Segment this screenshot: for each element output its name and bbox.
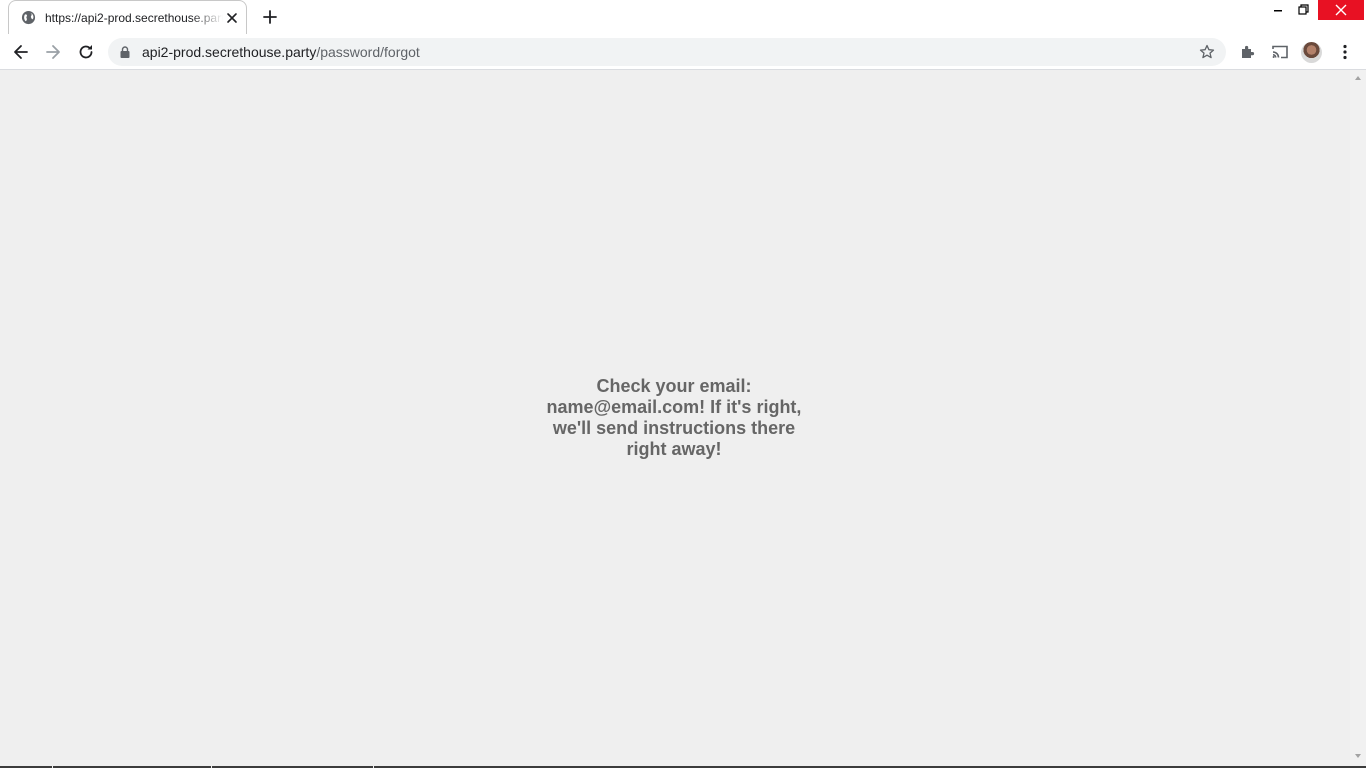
tab-title: https://api2-prod.secrethouse.party/pass… <box>45 11 223 25</box>
confirmation-message: Check your email: name@email.com! If it'… <box>546 376 802 459</box>
kebab-menu-icon[interactable] <box>1335 42 1355 62</box>
globe-icon <box>21 10 36 25</box>
address-bar[interactable]: api2-prod.secrethouse.party/password/for… <box>108 38 1226 66</box>
star-icon[interactable] <box>1199 44 1215 60</box>
scroll-down-arrow-icon[interactable] <box>1354 752 1362 760</box>
cast-icon[interactable] <box>1270 42 1290 62</box>
page-content: Check your email: name@email.com! If it'… <box>0 70 1350 766</box>
vertical-scrollbar[interactable] <box>1350 70 1366 766</box>
new-tab-icon[interactable] <box>260 7 280 27</box>
profile-avatar[interactable] <box>1301 42 1322 63</box>
browser-toolbar: api2-prod.secrethouse.party/password/for… <box>0 34 1366 70</box>
window-close-icon[interactable] <box>1318 0 1364 20</box>
tab-active[interactable]: https://api2-prod.secrethouse.party/pass… <box>8 0 247 34</box>
puzzle-icon[interactable] <box>1238 42 1258 62</box>
tab-strip: https://api2-prod.secrethouse.party/pass… <box>0 0 1366 34</box>
url-path: /password/forgot <box>316 44 420 60</box>
reload-icon[interactable] <box>76 42 96 62</box>
minimize-icon[interactable] <box>1264 0 1292 20</box>
forward-arrow-icon[interactable] <box>43 42 63 62</box>
restore-icon[interactable] <box>1292 0 1316 20</box>
url-host: api2-prod.secrethouse.party <box>142 44 317 60</box>
browser-window: https://api2-prod.secrethouse.party/pass… <box>0 0 1366 768</box>
tab-close-icon[interactable] <box>224 10 240 26</box>
back-arrow-icon[interactable] <box>11 42 31 62</box>
url-text[interactable]: api2-prod.secrethouse.party/password/for… <box>142 44 420 60</box>
lock-icon[interactable] <box>120 46 130 58</box>
scroll-up-arrow-icon[interactable] <box>1354 74 1362 82</box>
